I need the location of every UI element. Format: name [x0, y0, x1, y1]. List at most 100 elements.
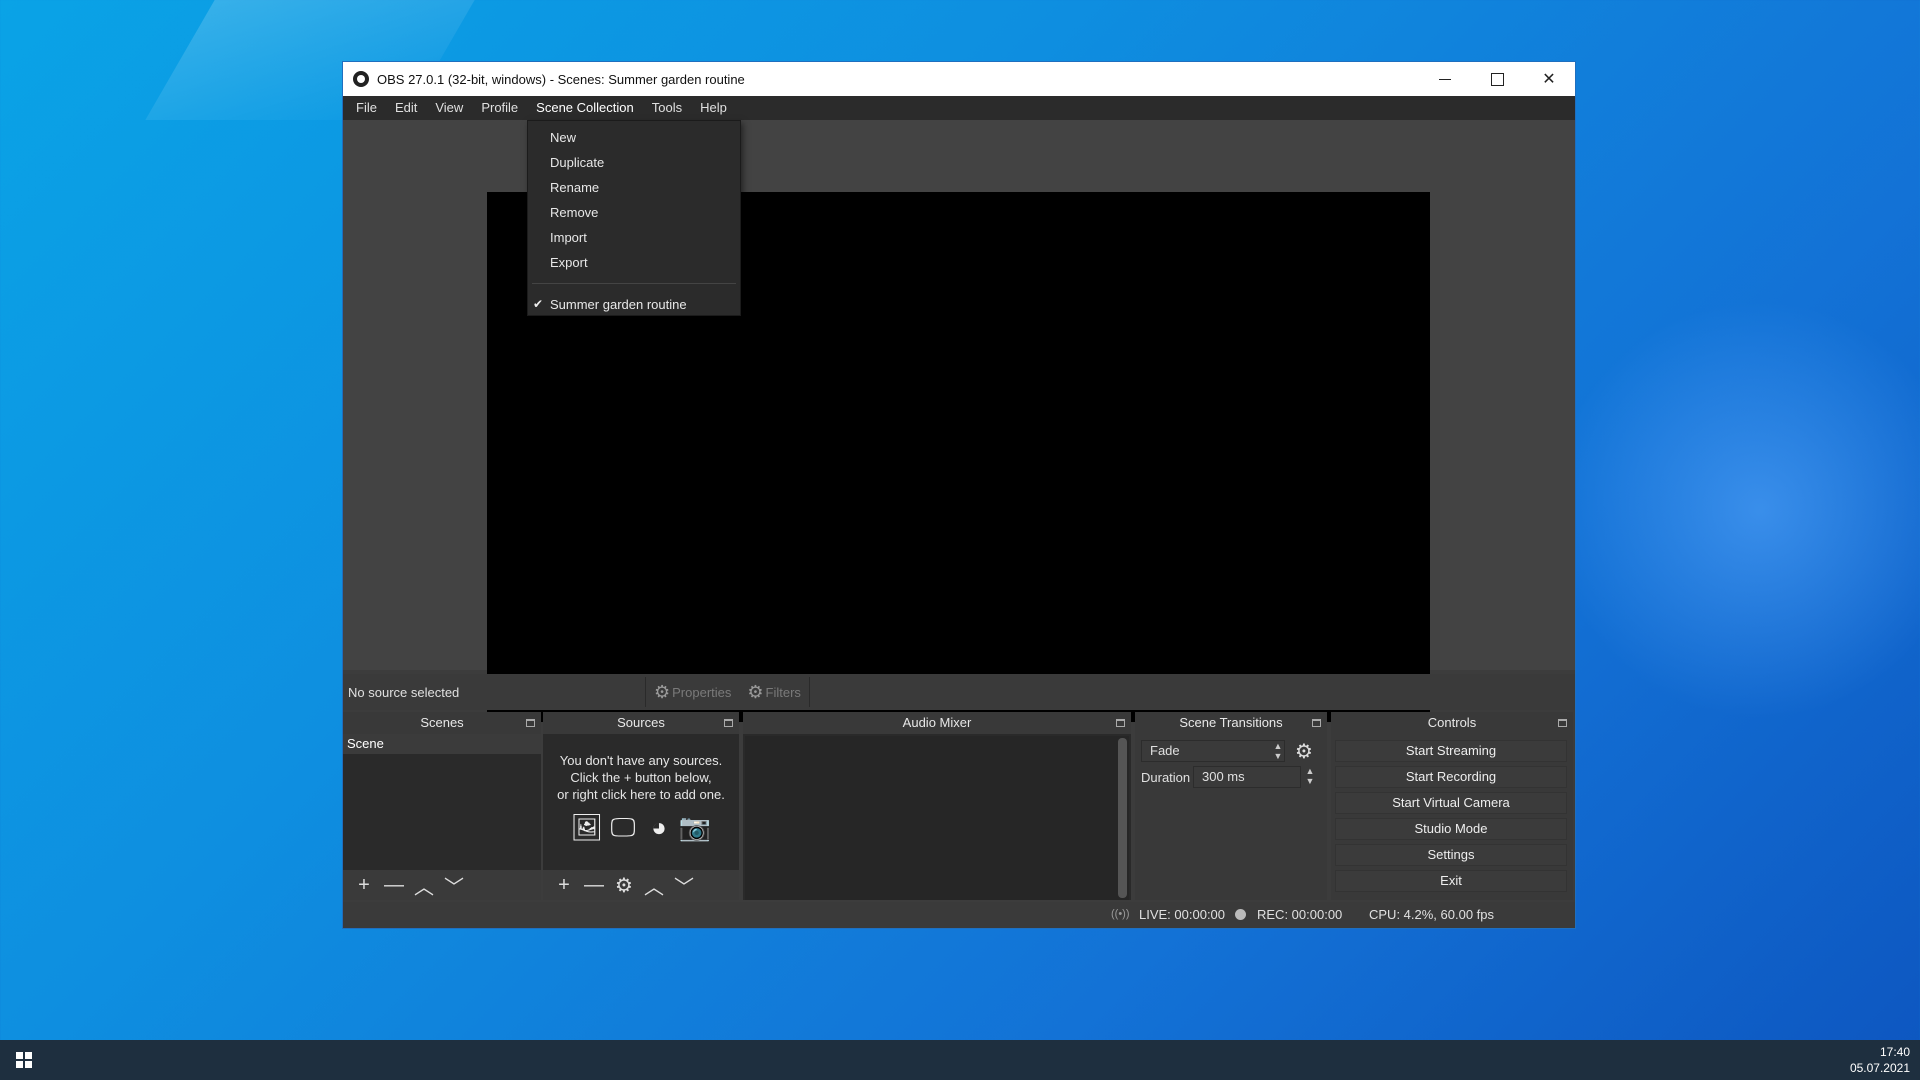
menu-help[interactable]: Help	[691, 96, 736, 120]
sources-empty-message[interactable]: You don't have any sources. Click the + …	[543, 734, 739, 841]
title-bar[interactable]: OBS 27.0.1 (32-bit, windows) - Scenes: S…	[343, 62, 1575, 96]
source-properties-button[interactable]: ⚙	[609, 872, 639, 898]
filters-button[interactable]: ⚙ Filters	[739, 682, 809, 703]
clock-time: 17:40	[1879, 1045, 1910, 1059]
transitions-dock-title: Scene Transitions	[1135, 712, 1327, 734]
scenes-dock-title: Scenes	[343, 712, 541, 734]
settings-button[interactable]: Settings	[1335, 844, 1567, 866]
add-scene-button[interactable]: +	[349, 872, 379, 898]
undock-icon[interactable]	[1116, 719, 1125, 727]
empty-line-2: Click the + button below,	[570, 770, 712, 785]
transition-settings-gear-icon[interactable]: ⚙	[1295, 739, 1313, 764]
image-icon: 🖼	[570, 811, 604, 842]
sources-toolbar: + — ⚙ ︿ ﹀	[543, 870, 739, 900]
menu-scene-collection[interactable]: Scene Collection	[527, 96, 643, 120]
start-virtual-camera-button[interactable]: Start Virtual Camera	[1335, 792, 1567, 814]
undock-icon[interactable]	[526, 719, 535, 727]
menu-edit[interactable]: Edit	[386, 96, 426, 120]
obs-app-icon	[353, 71, 369, 87]
duration-label: Duration	[1141, 770, 1191, 785]
chevron-down-icon: ▼	[1305, 776, 1315, 786]
move-source-up-button[interactable]: ︿	[639, 872, 669, 899]
duration-stepper[interactable]: ▲ ▼	[1303, 766, 1317, 788]
remove-source-button[interactable]: —	[579, 872, 609, 898]
broadcast-icon: ((•))	[1111, 908, 1130, 920]
menu-tools[interactable]: Tools	[643, 96, 691, 120]
menu-view[interactable]: View	[426, 96, 472, 120]
transitions-title: Scene Transitions	[1179, 715, 1283, 730]
mixer-area	[745, 736, 1129, 900]
scene-list-item[interactable]: Scene	[343, 734, 541, 754]
windows-start-icon[interactable]	[16, 1052, 32, 1068]
undock-icon[interactable]	[1312, 719, 1321, 727]
menu-new[interactable]: New	[528, 125, 740, 150]
filter-icon: ⚙	[747, 681, 764, 702]
source-toolbar: No source selected ⚙ Properties ⚙ Filter…	[343, 674, 1575, 710]
menu-profile[interactable]: Profile	[472, 96, 527, 120]
sources-dock: Sources You don't have any sources. Clic…	[543, 712, 739, 900]
no-source-label: No source selected	[348, 684, 460, 700]
undock-icon[interactable]	[1558, 719, 1567, 727]
chevron-down-icon: ▼	[1273, 751, 1283, 761]
empty-line-1: You don't have any sources.	[559, 753, 723, 768]
source-type-icons: 🖼 🖵 ◕ 📷	[543, 813, 739, 841]
source-tools: ⚙ Properties ⚙ Filters	[645, 677, 810, 707]
menu-duplicate[interactable]: Duplicate	[528, 150, 740, 175]
obs-window: OBS 27.0.1 (32-bit, windows) - Scenes: S…	[342, 61, 1576, 929]
menu-import[interactable]: Import	[528, 225, 740, 250]
controls-title: Controls	[1427, 715, 1477, 730]
checkmark-icon: ✔	[533, 297, 544, 311]
start-streaming-button[interactable]: Start Streaming	[1335, 740, 1567, 762]
undock-icon[interactable]	[724, 719, 733, 727]
maximize-button[interactable]	[1471, 62, 1523, 96]
move-source-down-button[interactable]: ﹀	[669, 872, 699, 899]
rec-timer: REC: 00:00:00	[1257, 907, 1343, 922]
properties-button[interactable]: ⚙ Properties	[646, 682, 739, 703]
taskbar: 17:40 05.07.2021	[0, 1040, 1920, 1080]
transition-select[interactable]: Fade	[1141, 740, 1285, 762]
exit-button[interactable]: Exit	[1335, 870, 1567, 892]
menu-remove[interactable]: Remove	[528, 200, 740, 225]
controls-dock: Controls Start Streaming Start Recording…	[1331, 712, 1573, 900]
scenes-title: Scenes	[420, 715, 464, 730]
globe-icon: ◕	[651, 811, 667, 842]
clock-date: 05.07.2021	[1849, 1061, 1910, 1075]
display-icon: 🖵	[610, 811, 636, 842]
menu-export[interactable]: Export	[528, 250, 740, 275]
audio-mixer-title: Audio Mixer	[902, 715, 972, 730]
menu-separator	[532, 283, 736, 284]
scenes-dock: Scenes Scene + — ︿ ﹀	[343, 712, 541, 900]
audio-mixer-dock-title: Audio Mixer	[743, 712, 1131, 734]
gear-icon: ⚙	[654, 681, 671, 702]
menu-rename[interactable]: Rename	[528, 175, 740, 200]
remove-scene-button[interactable]: —	[379, 872, 409, 898]
studio-mode-button[interactable]: Studio Mode	[1335, 818, 1567, 840]
status-bar: ((•)) LIVE: 00:00:00 REC: 00:00:00 CPU: …	[343, 902, 1575, 928]
chevron-up-icon: ▲	[1273, 741, 1283, 751]
transition-select-arrows[interactable]: ▲ ▼	[1271, 741, 1285, 763]
taskbar-clock[interactable]: 17:40 05.07.2021	[1850, 1044, 1910, 1076]
add-source-button[interactable]: +	[549, 872, 579, 898]
chevron-up-icon: ▲	[1305, 766, 1315, 776]
live-timer: LIVE: 00:00:00	[1139, 907, 1226, 922]
menu-bar: File Edit View Profile Scene Collection …	[343, 96, 1575, 120]
start-recording-button[interactable]: Start Recording	[1335, 766, 1567, 788]
scenes-toolbar: + — ︿ ﹀	[343, 870, 541, 900]
empty-line-3: or right click here to add one.	[557, 787, 725, 802]
close-button[interactable]: ✕	[1523, 62, 1575, 96]
menu-file[interactable]: File	[347, 96, 386, 120]
camera-icon: 📷	[678, 811, 712, 842]
wallpaper-glow	[1550, 300, 1920, 720]
menu-collection-summer-garden[interactable]: ✔ Summer garden routine	[528, 292, 740, 317]
scene-transitions-dock: Scene Transitions Fade ▲ ▼ ⚙ Duration 30…	[1135, 712, 1327, 900]
window-title: OBS 27.0.1 (32-bit, windows) - Scenes: S…	[377, 71, 745, 87]
mixer-scrollbar[interactable]	[1118, 738, 1127, 898]
minimize-button[interactable]	[1419, 62, 1471, 96]
duration-input[interactable]: 300 ms	[1193, 766, 1301, 788]
properties-label: Properties	[672, 684, 732, 700]
cpu-fps-status: CPU: 4.2%, 60.00 fps	[1369, 907, 1495, 922]
move-scene-up-button[interactable]: ︿	[409, 872, 439, 899]
move-scene-down-button[interactable]: ﹀	[439, 872, 469, 899]
controls-dock-title: Controls	[1331, 712, 1573, 734]
audio-mixer-dock: Audio Mixer	[743, 712, 1131, 900]
